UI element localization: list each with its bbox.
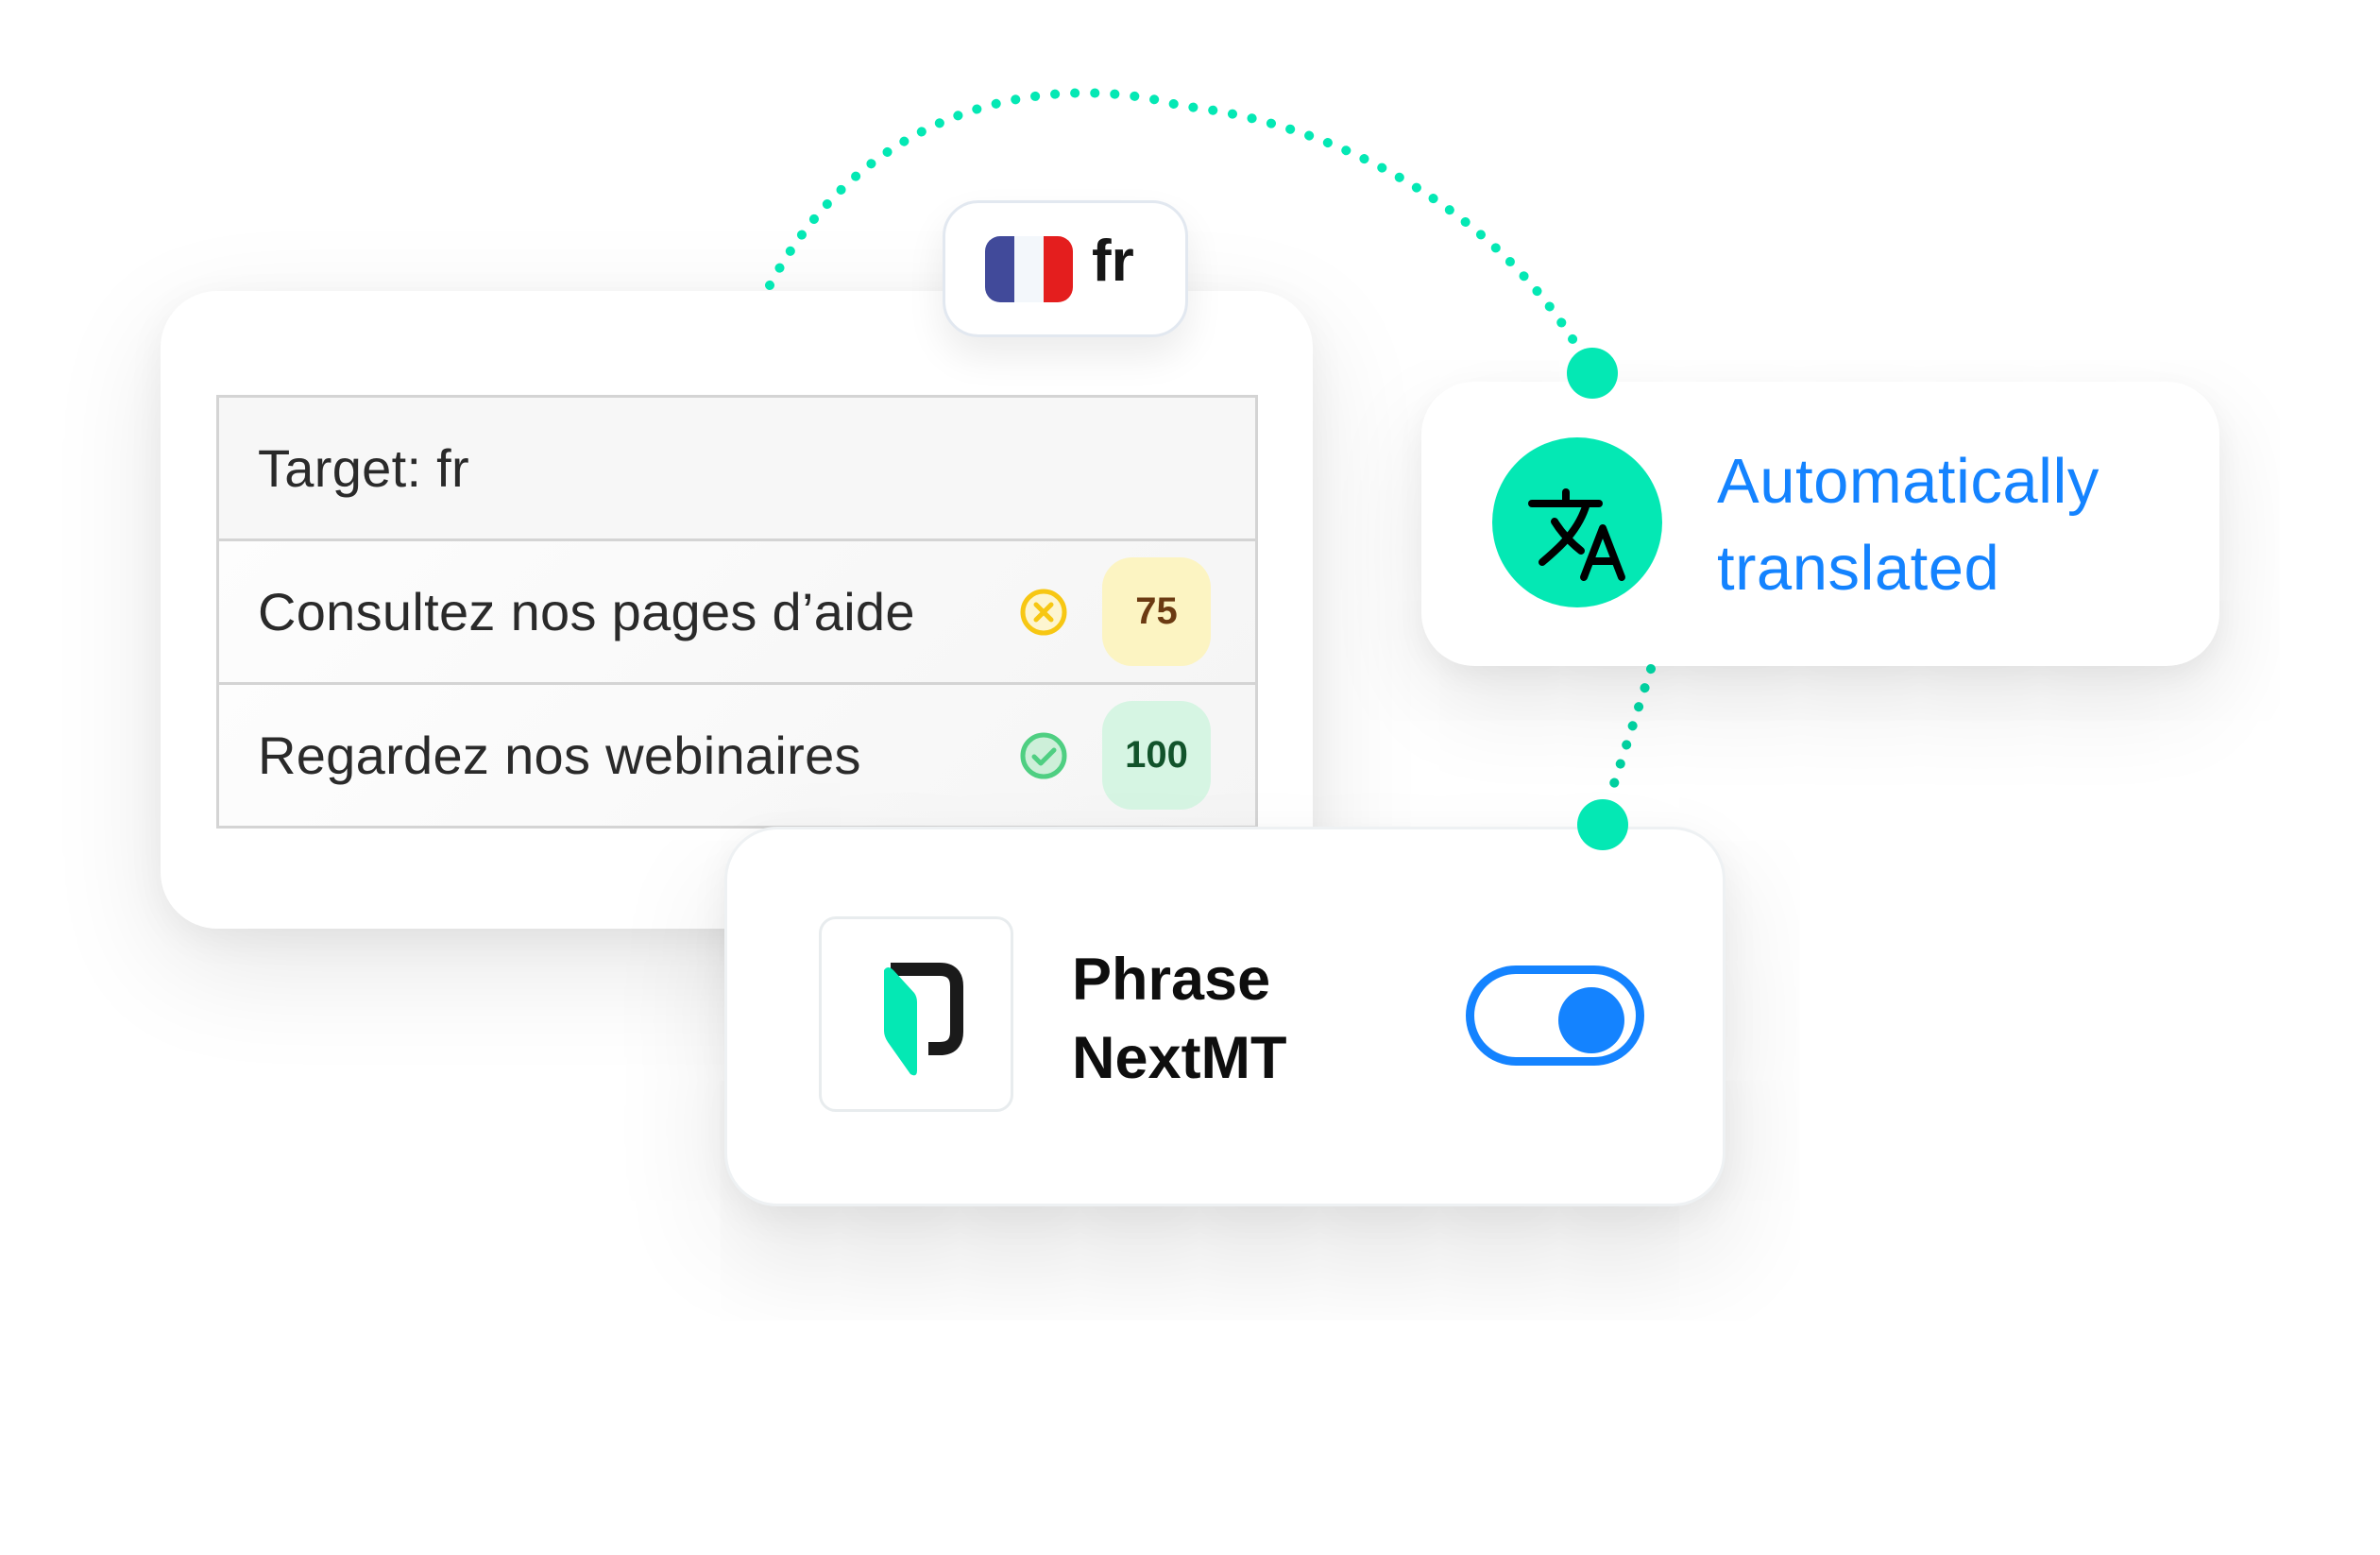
- france-flag-icon: [985, 236, 1073, 302]
- table-row[interactable]: Regardez nos webinaires 100: [219, 685, 1255, 826]
- auto-translate-card: Automatically translated: [1421, 382, 2219, 666]
- language-chip[interactable]: fr: [943, 200, 1188, 337]
- auto-translate-label: Automatically translated: [1717, 438, 2100, 612]
- table-header-label: Target: fr: [258, 438, 469, 498]
- x-circle-icon: [1018, 587, 1069, 638]
- auto-translate-line2: translated: [1717, 533, 2000, 604]
- toggle-knob: [1558, 987, 1624, 1053]
- vertical-connector: [1606, 664, 1656, 800]
- target-table: Target: fr Consultez nos pages d’aide 75…: [216, 395, 1258, 829]
- segment-text: Regardez nos webinaires: [258, 726, 861, 785]
- translate-icon: [1492, 437, 1662, 607]
- engine-name-line2: NextMT: [1072, 1025, 1287, 1091]
- phrase-logo-icon: [819, 916, 1013, 1112]
- engine-name: Phrase NextMT: [1072, 941, 1287, 1098]
- segment-text: Consultez nos pages d’aide: [258, 582, 915, 641]
- engine-name-line1: Phrase: [1072, 947, 1271, 1013]
- score-badge: 100: [1102, 701, 1211, 810]
- score-badge: 75: [1102, 557, 1211, 666]
- auto-translate-line1: Automatically: [1717, 446, 2100, 517]
- mt-engine-card: Phrase NextMT: [724, 827, 1726, 1206]
- table-row[interactable]: Consultez nos pages d’aide 75: [219, 541, 1255, 685]
- check-circle-icon: [1018, 730, 1069, 781]
- engine-toggle[interactable]: [1466, 965, 1644, 1066]
- table-header: Target: fr: [219, 398, 1255, 541]
- language-code: fr: [1092, 229, 1134, 294]
